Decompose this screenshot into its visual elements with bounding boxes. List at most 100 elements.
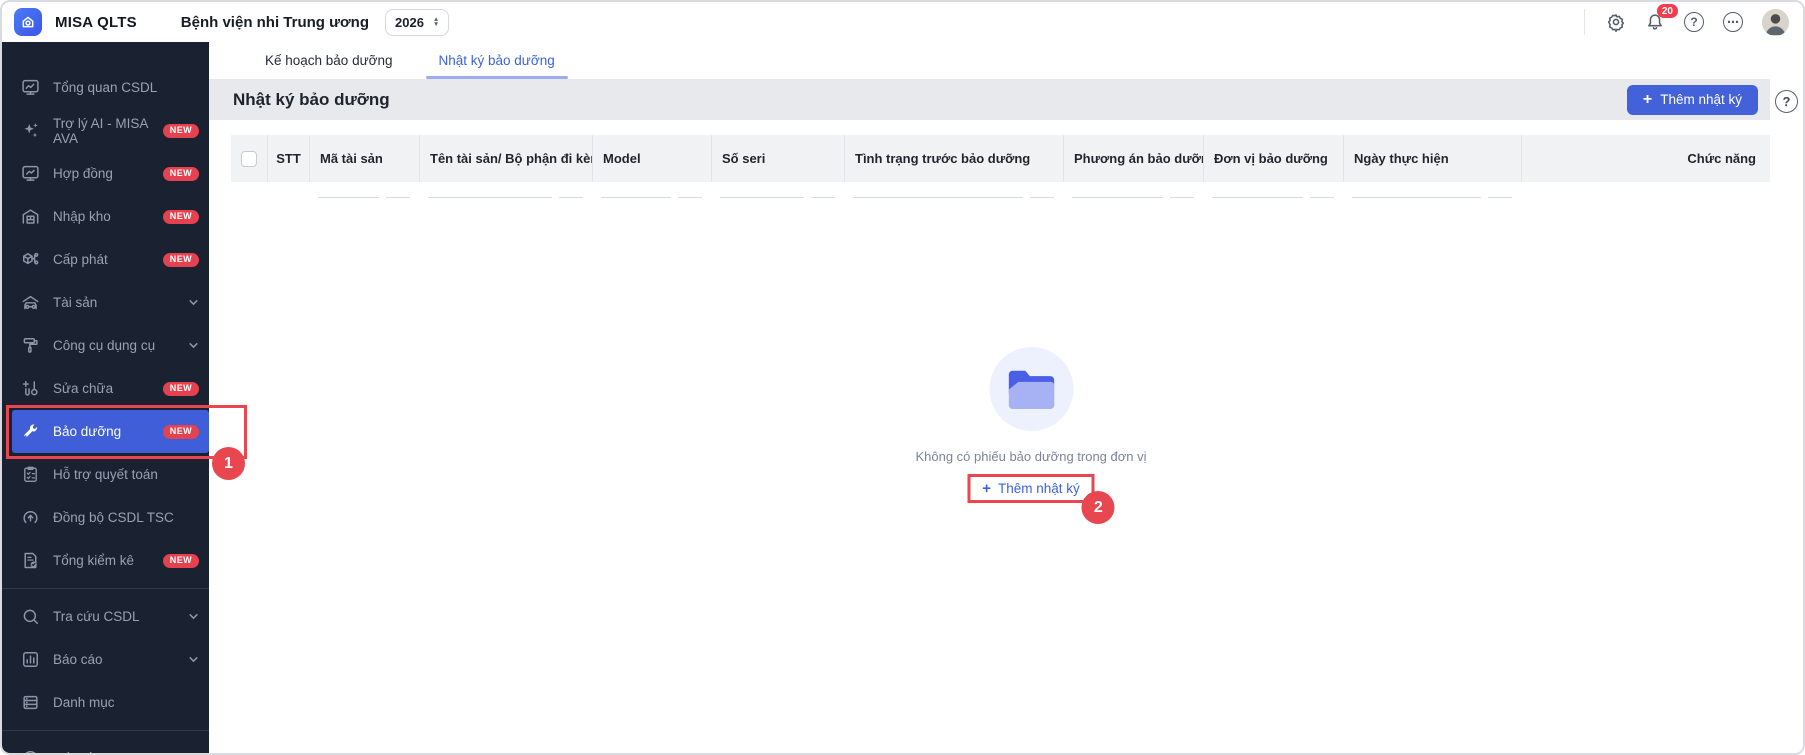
toolbar: Nhật ký bảo dưỡng + Thêm nhật ký (209, 79, 1770, 120)
sidebar: Tổng quan CSDL Trợ lý AI - MISA AVA NEW … (2, 42, 247, 753)
filter-input[interactable] (720, 182, 804, 198)
filter-input[interactable] (428, 182, 552, 198)
folder-icon (1008, 370, 1054, 409)
filter-input[interactable] (601, 182, 671, 198)
settings-button[interactable] (1606, 12, 1626, 32)
sidebar-item-ho-tro-quyet-toan[interactable]: Hỗ trợ quyết toán (2, 453, 209, 496)
contract-icon (20, 164, 40, 183)
column-header-phuong-an[interactable]: Phương án bảo dưỡng (1063, 135, 1203, 182)
table-header: STT Mã tài sản Tên tài sản/ Bộ phận đi k… (231, 135, 1770, 182)
filter-option-button[interactable] (559, 182, 583, 198)
more-button[interactable]: ⋯ (1723, 12, 1743, 32)
sidebar-divider (2, 730, 209, 731)
sidebar-item-bao-cao[interactable]: Báo cáo (2, 638, 209, 681)
sidebar-item-label: Tra cứu CSDL (53, 609, 140, 624)
column-header-ngay-thuc-hien[interactable]: Ngày thực hiện (1343, 135, 1521, 182)
annotation-rect-2: + Thêm nhật ký 2 (967, 474, 1115, 524)
tab-ke-hoach-bao-duong[interactable]: Kế hoạch bảo dưỡng (265, 53, 393, 79)
chevron-down-icon (188, 297, 199, 308)
sidebar-item-label: Trợ lý AI - MISA AVA (53, 115, 148, 146)
year-value: 2026 (395, 14, 424, 30)
empty-state-add-link[interactable]: + Thêm nhật ký (982, 481, 1080, 496)
ellipsis-icon: ⋯ (1723, 12, 1743, 32)
sidebar-item-bao-duong[interactable]: Bảo dưỡng NEW 1 (6, 405, 247, 480)
help-button[interactable]: ? (1684, 12, 1704, 32)
app-window: MISA QLTS Bệnh viện nhi Trung ương 2026 … (0, 0, 1805, 755)
home-camera-icon (22, 16, 34, 28)
sidebar-item-ket-noi-chuyen-gia[interactable]: Kết nối chuyên gia (2, 737, 209, 753)
sidebar-item-label: Cấp phát (53, 252, 108, 267)
sidebar-item-tong-quan-csdl[interactable]: Tổng quan CSDL (2, 66, 209, 109)
sidebar-item-nhap-kho[interactable]: Nhập kho NEW (2, 195, 209, 238)
year-stepper-icon[interactable]: ▲ ▼ (433, 16, 439, 28)
sidebar-item-label: Sửa chữa (53, 381, 114, 396)
year-select[interactable]: 2026 ▲ ▼ (385, 8, 450, 36)
empty-state: Không có phiếu bảo dưỡng trong đơn vị + … (915, 347, 1147, 524)
sidebar-item-hop-dong[interactable]: Hợp đồng NEW (2, 152, 209, 195)
sidebar-item-cong-cu-dung-cu[interactable]: Công cụ dụng cụ (2, 324, 209, 367)
category-icon (20, 693, 40, 712)
dashboard-icon (20, 78, 40, 97)
report-icon (20, 650, 40, 669)
filter-option-button[interactable] (811, 182, 835, 198)
sidebar-item-label: Bảo dưỡng (53, 424, 122, 439)
app-logo[interactable] (14, 8, 42, 36)
page-help-button[interactable]: ? (1775, 90, 1798, 113)
filter-option-button[interactable] (678, 182, 702, 198)
search-icon (20, 607, 40, 626)
new-badge: NEW (162, 252, 199, 267)
new-badge: NEW (162, 123, 199, 138)
sidebar-item-label: Báo cáo (53, 652, 103, 667)
new-badge: NEW (162, 381, 199, 396)
avatar[interactable] (1762, 8, 1789, 36)
column-header-don-vi[interactable]: Đơn vị bảo dưỡng (1203, 135, 1343, 182)
tab-bar: Kế hoạch bảo dưỡng Nhật ký bảo dưỡng (209, 42, 1803, 79)
column-header-stt[interactable]: STT (267, 135, 309, 182)
add-journal-button[interactable]: + Thêm nhật ký (1626, 84, 1758, 115)
new-badge: NEW (162, 424, 199, 439)
org-name: Bệnh viện nhi Trung ương (180, 13, 369, 31)
select-all-checkbox[interactable] (241, 150, 257, 167)
filter-option-button[interactable] (1488, 182, 1512, 198)
filter-option-button[interactable] (1030, 182, 1054, 198)
sidebar-item-label: Tài sản (53, 295, 98, 310)
sidebar-item-label: Tổng kiểm kê (53, 553, 135, 568)
filter-option-button[interactable] (1310, 182, 1334, 198)
topbar-divider (1584, 9, 1585, 35)
main-content: Kế hoạch bảo dưỡng Nhật ký bảo dưỡng Nhậ… (209, 42, 1803, 753)
filter-input[interactable] (1072, 182, 1163, 198)
tab-nhat-ky-bao-duong[interactable]: Nhật ký bảo dưỡng (425, 53, 568, 79)
chevron-down-icon (188, 340, 199, 351)
filter-option-button[interactable] (386, 182, 410, 198)
sidebar-item-dong-bo-csdl-tsc[interactable]: Đồng bộ CSDL TSC (2, 496, 209, 539)
notification-count-badge: 20 (1656, 4, 1678, 18)
column-header-chuc-nang[interactable]: Chức năng (1521, 135, 1770, 182)
column-header-ten-tai-san[interactable]: Tên tài sản/ Bộ phận đi kèm (419, 135, 592, 182)
sidebar-item-cap-phat[interactable]: Cấp phát NEW (2, 238, 209, 281)
sidebar-item-tai-san[interactable]: Tài sản (2, 281, 209, 324)
sidebar-item-tro-ly-ai[interactable]: Trợ lý AI - MISA AVA NEW (2, 109, 209, 152)
empty-state-message: Không có phiếu bảo dưỡng trong đơn vị (915, 449, 1147, 464)
empty-state-illustration (989, 347, 1073, 431)
topbar-actions: 20 ? ⋯ (1584, 4, 1789, 36)
column-header-ma-tai-san[interactable]: Mã tài sản (309, 135, 419, 182)
sidebar-item-danh-muc[interactable]: Danh mục (2, 681, 209, 724)
filter-input[interactable] (1212, 182, 1303, 198)
filter-input[interactable] (1352, 182, 1481, 198)
sidebar-item-tong-kiem-ke[interactable]: Tổng kiểm kê NEW (2, 539, 209, 582)
add-journal-button-label: Thêm nhật ký (1660, 92, 1742, 107)
sidebar-item-label: Kết nối chuyên gia (53, 751, 164, 753)
column-header-tinh-trang[interactable]: Tình trạng trước bảo dưỡng (844, 135, 1063, 182)
filter-input[interactable] (318, 182, 379, 198)
sidebar-item-tra-cuu-csdl[interactable]: Tra cứu CSDL (2, 595, 209, 638)
filter-option-button[interactable] (1170, 182, 1194, 198)
filter-input[interactable] (853, 182, 1023, 198)
sidebar-item-label: Danh mục (53, 695, 115, 710)
sync-icon (20, 508, 40, 527)
repair-icon (20, 379, 40, 398)
column-header-so-seri[interactable]: Số seri (711, 135, 844, 182)
column-header-model[interactable]: Model (592, 135, 711, 182)
notifications-button[interactable]: 20 (1645, 4, 1678, 32)
sidebar-item-sua-chua[interactable]: Sửa chữa NEW (2, 367, 209, 410)
question-icon: ? (1684, 12, 1704, 32)
